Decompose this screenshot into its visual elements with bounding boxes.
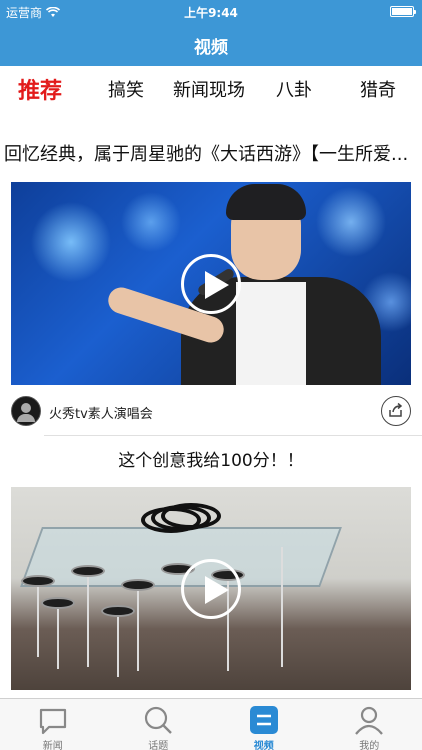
glass-table bbox=[20, 527, 342, 587]
nav-bar: 视频 bbox=[0, 22, 422, 66]
stand-leg bbox=[87, 577, 89, 667]
stand-leg bbox=[117, 617, 119, 677]
battery-icon bbox=[390, 6, 416, 17]
stand-leg bbox=[37, 587, 39, 657]
search-icon bbox=[145, 706, 173, 734]
video-thumbnail-singer[interactable] bbox=[11, 182, 411, 385]
category-tabs: 推荐 搞笑 新闻现场 八卦 猎奇 bbox=[0, 66, 422, 112]
tab-topics-label: 话题 bbox=[148, 741, 169, 750]
video-list-icon bbox=[249, 706, 278, 734]
disc bbox=[41, 597, 75, 609]
category-tab-funny[interactable]: 搞笑 bbox=[108, 76, 144, 102]
singer-shirt bbox=[236, 282, 306, 385]
divider bbox=[44, 435, 422, 436]
category-tab-gossip[interactable]: 八卦 bbox=[276, 76, 312, 102]
tab-news[interactable]: 新闻 bbox=[0, 699, 106, 750]
channel-avatar[interactable] bbox=[11, 396, 41, 426]
singer-hair bbox=[226, 184, 306, 220]
category-tab-curious[interactable]: 猎奇 bbox=[360, 76, 396, 102]
tab-news-label: 新闻 bbox=[42, 741, 63, 750]
nav-title: 视频 bbox=[194, 38, 228, 58]
tab-video-label: 视频 bbox=[253, 741, 274, 750]
status-time: 上午9:44 bbox=[184, 6, 238, 20]
stand-leg bbox=[137, 591, 139, 671]
tab-mine[interactable]: 我的 bbox=[317, 699, 422, 750]
coil bbox=[161, 503, 221, 529]
share-icon bbox=[389, 402, 403, 417]
share-button[interactable] bbox=[381, 396, 411, 426]
tab-topics[interactable]: 话题 bbox=[106, 699, 212, 750]
chat-bubble-icon bbox=[39, 708, 66, 735]
tab-video[interactable]: 视频 bbox=[211, 699, 317, 750]
stand-leg bbox=[57, 609, 59, 669]
category-tab-news-scene[interactable]: 新闻现场 bbox=[173, 76, 245, 102]
status-bar: 运营商 上午9:44 bbox=[0, 0, 422, 22]
play-icon[interactable] bbox=[181, 254, 241, 314]
video-thumbnail-table[interactable] bbox=[11, 487, 411, 690]
disc bbox=[71, 565, 105, 577]
table-leg bbox=[281, 547, 283, 667]
feed-headline[interactable]: 回忆经典，属于周星驰的《大话西游》【一生所爱... bbox=[4, 140, 422, 166]
channel-name[interactable]: 火秀tv素人演唱会 bbox=[49, 403, 153, 422]
disc bbox=[21, 575, 55, 587]
card-meta-row: 火秀tv素人演唱会 bbox=[11, 392, 411, 432]
category-tab-recommend[interactable]: 推荐 bbox=[18, 73, 62, 105]
video-title[interactable]: 这个创意我给100分！！ bbox=[0, 446, 422, 471]
tab-bar: 新闻 话题 视频 我的 bbox=[0, 698, 422, 750]
disc bbox=[101, 605, 135, 617]
user-icon bbox=[355, 706, 384, 735]
disc bbox=[121, 579, 155, 591]
tab-mine-label: 我的 bbox=[359, 741, 380, 750]
play-icon[interactable] bbox=[181, 559, 241, 619]
